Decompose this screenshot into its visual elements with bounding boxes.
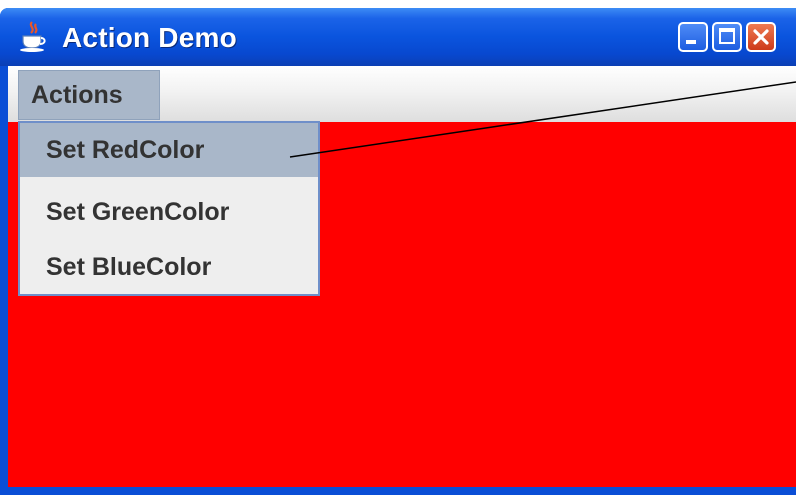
maximize-button[interactable] — [712, 22, 742, 52]
menu-bar: Actions — [8, 66, 796, 122]
title-bar[interactable]: Action Demo — [0, 8, 796, 66]
window-title: Action Demo — [62, 22, 237, 53]
menu-item-set-blue-color[interactable]: Set BlueColor — [20, 240, 318, 294]
screenshot: Action Demo Actions Set RedColor Set Gre… — [0, 0, 796, 495]
menu-item-set-green-color[interactable]: Set GreenColor — [20, 185, 318, 239]
minimize-button[interactable] — [678, 22, 708, 52]
actions-popup-menu: Set RedColor Set GreenColor Set BlueColo… — [18, 121, 320, 296]
minimize-icon — [686, 40, 696, 44]
menu-actions[interactable]: Actions — [18, 70, 160, 120]
close-icon — [753, 29, 769, 45]
java-cup-icon — [20, 21, 46, 52]
close-button[interactable] — [746, 22, 776, 52]
menu-item-set-red-color[interactable]: Set RedColor — [20, 123, 318, 177]
maximize-icon — [719, 28, 735, 44]
